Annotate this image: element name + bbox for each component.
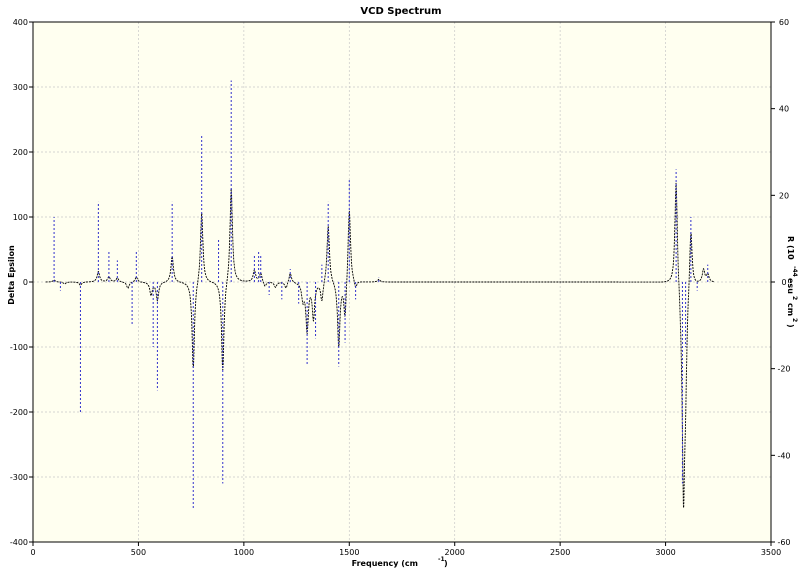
x-tick-label: 2500 xyxy=(550,548,570,557)
y-tick-label: 300 xyxy=(13,83,28,92)
y-tick-label: 400 xyxy=(13,18,28,27)
y2-axis-label-part: cm xyxy=(786,303,795,316)
y2-axis-label-part: ) xyxy=(786,324,795,328)
x-tick-label: 3000 xyxy=(655,548,675,557)
x-tick-label: 500 xyxy=(131,548,146,557)
y-tick-label: 0 xyxy=(23,278,28,287)
y2-tick-label: -20 xyxy=(777,365,790,374)
x-tick-label: 1000 xyxy=(234,548,254,557)
y-tick-label: -200 xyxy=(10,408,28,417)
y2-axis-label-part: R (10 xyxy=(786,236,795,260)
y-tick-label: -100 xyxy=(10,343,28,352)
y2-axis-label-text: R (10 -44esu 2 cm 2) xyxy=(786,236,798,328)
x-tick-label: 1500 xyxy=(339,548,359,557)
y2-tick-label: 0 xyxy=(781,278,786,287)
x-axis-label-close: ) xyxy=(444,559,448,568)
y2-axis-label-part: 2 xyxy=(791,296,798,300)
chart-svg: 0 500 1000 1500 2000 2500 3000 3500400300200100… xyxy=(7,6,798,568)
y-tick-label: 100 xyxy=(13,213,28,222)
y2-tick-label: -40 xyxy=(777,451,790,460)
y2-axis-label: R (10 -44esu 2 cm 2) xyxy=(786,236,798,328)
vcd-chart: 0 500 1000 1500 2000 2500 3000 3500 400 300 200 100… xyxy=(0,0,800,570)
y-tick-label: -300 xyxy=(10,473,28,482)
x-axis-label: Frequency (cm -1 ) xyxy=(352,556,448,568)
y2-tick-label: 20 xyxy=(779,191,789,200)
x-tick-label: 0 xyxy=(30,548,35,557)
y-tick-label: 200 xyxy=(13,148,28,157)
x-axis-label-main: Frequency (cm xyxy=(352,559,418,568)
y-axis-label: Delta Epsilon xyxy=(7,245,16,305)
y2-tick-label: -60 xyxy=(777,538,790,547)
y2-axis-label-part: esu xyxy=(786,278,795,294)
y2-tick-label: 60 xyxy=(779,18,789,27)
chart-title: VCD Spectrum xyxy=(360,6,441,17)
x-tick-label: 3500 xyxy=(761,548,781,557)
y2-axis-label-part: -44 xyxy=(791,266,798,277)
y2-tick-label: 40 xyxy=(779,105,789,114)
y-tick-label: -400 xyxy=(10,538,28,547)
y2-axis-label-part: 2 xyxy=(791,318,798,322)
x-tick-label: 2000 xyxy=(445,548,465,557)
